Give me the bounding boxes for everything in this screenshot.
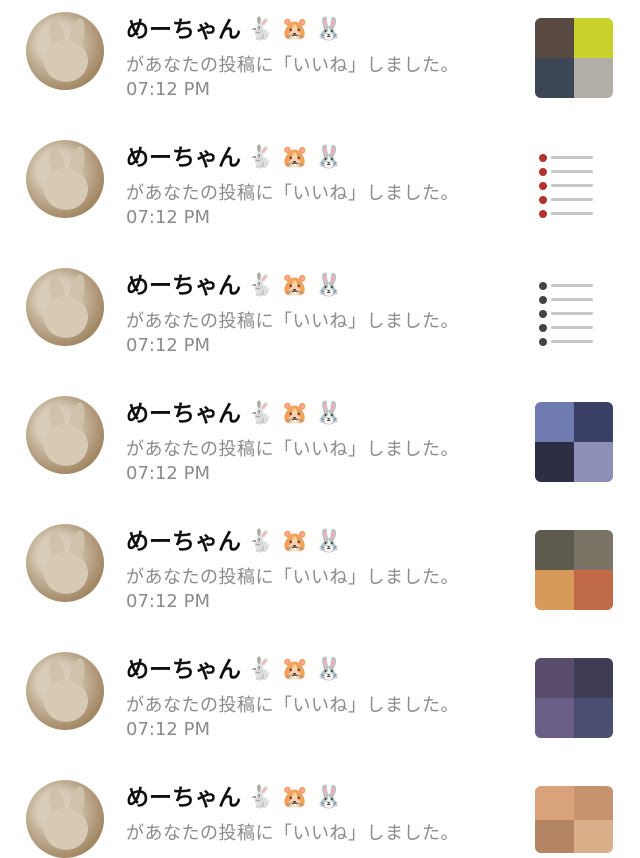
- hamster-emoji-icon: 🐹: [281, 145, 309, 170]
- post-thumbnail[interactable]: [535, 274, 613, 354]
- avatar[interactable]: [26, 12, 104, 90]
- rabbit-emoji-icon: 🐇: [247, 273, 275, 298]
- rabbit-emoji-icon: 🐇: [247, 401, 275, 426]
- rabbit-face-emoji-icon: 🐰: [315, 17, 343, 42]
- hamster-emoji-icon: 🐹: [281, 785, 309, 810]
- hamster-emoji-icon: 🐹: [281, 17, 309, 42]
- rabbit-face-emoji-icon: 🐰: [315, 401, 343, 426]
- notification-item[interactable]: めーちゃん 🐇 🐹 🐰 があなたの投稿に「いいね」しました。 07:12 PM: [0, 384, 640, 512]
- user-name[interactable]: めーちゃん 🐇 🐹 🐰: [126, 270, 343, 302]
- notification-time: 07:12 PM: [126, 79, 210, 100]
- avatar-rabbit-face: [44, 680, 88, 722]
- notification-item[interactable]: めーちゃん 🐇 🐹 🐰 があなたの投稿に「いいね」しました。 07:12 PM: [0, 256, 640, 384]
- avatar[interactable]: [26, 524, 104, 602]
- rabbit-emoji-icon: 🐇: [247, 785, 275, 810]
- rabbit-emoji-icon: 🐇: [247, 529, 275, 554]
- notification-item[interactable]: めーちゃん 🐇 🐹 🐰 があなたの投稿に「いいね」しました。: [0, 768, 640, 858]
- hamster-emoji-icon: 🐹: [281, 401, 309, 426]
- user-name[interactable]: めーちゃん 🐇 🐹 🐰: [126, 14, 343, 46]
- notification-list: めーちゃん 🐇 🐹 🐰 があなたの投稿に「いいね」しました。 07:12 PM …: [0, 0, 640, 858]
- notification-message: があなたの投稿に「いいね」しました。: [126, 311, 459, 332]
- notification-item[interactable]: めーちゃん 🐇 🐹 🐰 があなたの投稿に「いいね」しました。 07:12 PM: [0, 512, 640, 640]
- avatar-rabbit-face: [44, 296, 88, 338]
- post-thumbnail[interactable]: [535, 530, 613, 610]
- notification-message: があなたの投稿に「いいね」しました。: [126, 183, 459, 204]
- notification-time: 07:12 PM: [126, 591, 210, 612]
- rabbit-face-emoji-icon: 🐰: [315, 145, 343, 170]
- avatar[interactable]: [26, 396, 104, 474]
- avatar[interactable]: [26, 268, 104, 346]
- hamster-emoji-icon: 🐹: [281, 657, 309, 682]
- rabbit-emoji-icon: 🐇: [247, 17, 275, 42]
- notification-time: 07:12 PM: [126, 335, 210, 356]
- user-name-text: めーちゃん: [126, 273, 241, 299]
- notification-message: があなたの投稿に「いいね」しました。: [126, 439, 459, 460]
- avatar[interactable]: [26, 140, 104, 218]
- post-thumbnail[interactable]: [535, 402, 613, 482]
- notification-message: があなたの投稿に「いいね」しました。: [126, 695, 459, 716]
- rabbit-face-emoji-icon: 🐰: [315, 529, 343, 554]
- rabbit-emoji-icon: 🐇: [247, 145, 275, 170]
- post-thumbnail[interactable]: [535, 786, 613, 853]
- notification-item[interactable]: めーちゃん 🐇 🐹 🐰 があなたの投稿に「いいね」しました。 07:12 PM: [0, 640, 640, 768]
- user-name[interactable]: めーちゃん 🐇 🐹 🐰: [126, 398, 343, 430]
- avatar-rabbit-face: [44, 808, 88, 850]
- user-name-text: めーちゃん: [126, 17, 241, 43]
- user-name[interactable]: めーちゃん 🐇 🐹 🐰: [126, 142, 343, 174]
- rabbit-face-emoji-icon: 🐰: [315, 273, 343, 298]
- user-name[interactable]: めーちゃん 🐇 🐹 🐰: [126, 782, 343, 814]
- rabbit-emoji-icon: 🐇: [247, 657, 275, 682]
- user-name-text: めーちゃん: [126, 529, 241, 555]
- avatar-rabbit-face: [44, 168, 88, 210]
- avatar-rabbit-face: [44, 552, 88, 594]
- hamster-emoji-icon: 🐹: [281, 529, 309, 554]
- notification-time: 07:12 PM: [126, 207, 210, 228]
- notification-message: があなたの投稿に「いいね」しました。: [126, 567, 459, 588]
- rabbit-face-emoji-icon: 🐰: [315, 657, 343, 682]
- user-name[interactable]: めーちゃん 🐇 🐹 🐰: [126, 526, 343, 558]
- notification-message: があなたの投稿に「いいね」しました。: [126, 823, 459, 844]
- user-name-text: めーちゃん: [126, 401, 241, 427]
- user-name-text: めーちゃん: [126, 657, 241, 683]
- notification-item[interactable]: めーちゃん 🐇 🐹 🐰 があなたの投稿に「いいね」しました。 07:12 PM: [0, 128, 640, 256]
- post-thumbnail[interactable]: [535, 146, 613, 226]
- user-name[interactable]: めーちゃん 🐇 🐹 🐰: [126, 654, 343, 686]
- avatar-rabbit-face: [44, 40, 88, 82]
- notification-time: 07:12 PM: [126, 719, 210, 740]
- notification-item[interactable]: めーちゃん 🐇 🐹 🐰 があなたの投稿に「いいね」しました。 07:12 PM: [0, 0, 640, 128]
- notification-time: 07:12 PM: [126, 463, 210, 484]
- user-name-text: めーちゃん: [126, 145, 241, 171]
- avatar[interactable]: [26, 780, 104, 858]
- post-thumbnail[interactable]: [535, 658, 613, 738]
- avatar-rabbit-face: [44, 424, 88, 466]
- hamster-emoji-icon: 🐹: [281, 273, 309, 298]
- user-name-text: めーちゃん: [126, 785, 241, 811]
- avatar[interactable]: [26, 652, 104, 730]
- rabbit-face-emoji-icon: 🐰: [315, 785, 343, 810]
- notification-message: があなたの投稿に「いいね」しました。: [126, 55, 459, 76]
- post-thumbnail[interactable]: [535, 18, 613, 98]
